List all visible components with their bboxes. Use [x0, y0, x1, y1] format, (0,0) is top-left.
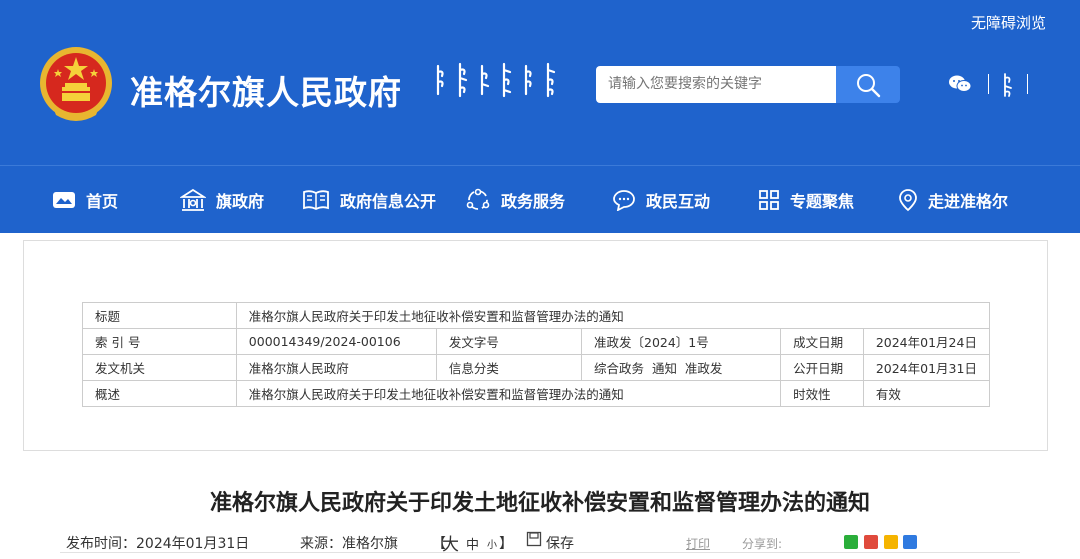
nav-item-about[interactable]: 走进准格尔 — [898, 188, 1008, 212]
nav-label: 政府信息公开 — [340, 192, 437, 211]
meta-value: 准政发〔2024〕1号 — [580, 328, 782, 355]
meta-value: 2024年01月31日 — [862, 354, 991, 381]
share-wechat-icon[interactable] — [844, 535, 858, 549]
search-icon — [857, 74, 881, 98]
chat-icon — [613, 190, 635, 211]
accessibility-link[interactable]: 无障碍浏览 — [971, 12, 1046, 33]
table-row: 概述 准格尔旗人民政府关于印发土地征收补偿安置和监督管理办法的通知 时效性 有效 — [82, 380, 991, 407]
meta-label: 标题 — [82, 302, 237, 329]
nav-label: 政务服务 — [501, 192, 566, 211]
nav-item-home[interactable]: 首页 — [52, 188, 118, 212]
mongolian-version-icon[interactable] — [997, 72, 1019, 98]
nav-label: 政民互动 — [646, 192, 711, 211]
meta-label: 概述 — [82, 380, 237, 407]
font-small-button[interactable]: 小 — [487, 536, 497, 551]
meta-value: 000014349/2024-00106 — [235, 328, 437, 355]
nav-item-topics[interactable]: 专题聚焦 — [758, 188, 854, 212]
open-book-icon — [303, 190, 329, 211]
document-meta-table: 标题 准格尔旗人民政府关于印发土地征收补偿安置和监督管理办法的通知 索 引 号 … — [82, 302, 991, 407]
nav-item-government[interactable]: 旗政府 — [180, 188, 264, 212]
table-row: 发文机关 准格尔旗人民政府 信息分类 综合政务 通知 准政发 公开日期 2024… — [82, 354, 991, 381]
nav-item-interaction[interactable]: 政民互动 — [612, 188, 710, 212]
meta-value: 有效 — [862, 380, 991, 407]
meta-value: 准格尔旗人民政府 — [235, 354, 437, 381]
header-divider — [988, 74, 989, 94]
wechat-icon[interactable] — [948, 74, 972, 94]
nav-item-services[interactable]: 政务服务 — [465, 188, 565, 212]
nav-label: 旗政府 — [216, 192, 265, 211]
share-weibo-icon[interactable] — [864, 535, 878, 549]
site-header: 无障碍浏览 准格尔旗人民政府 — [0, 0, 1080, 165]
publish-time: 发布时间：2024年01月31日 — [66, 536, 250, 552]
services-icon — [466, 188, 490, 210]
header-divider — [1027, 74, 1028, 94]
government-building-icon — [180, 188, 206, 211]
table-row: 标题 准格尔旗人民政府关于印发土地征收补偿安置和监督管理办法的通知 — [82, 302, 991, 329]
location-pin-icon — [899, 189, 917, 212]
meta-value: 准格尔旗人民政府关于印发土地征收补偿安置和监督管理办法的通知 — [235, 380, 782, 407]
meta-label: 发文字号 — [435, 328, 583, 355]
nav-label: 专题聚焦 — [790, 192, 855, 211]
meta-label: 信息分类 — [435, 354, 583, 381]
main-nav: 首页 旗政府 政府信息公开 政务服务 政民互动 专题聚焦 走进准格尔 — [0, 165, 1080, 233]
search-input[interactable] — [596, 66, 836, 103]
font-size-bracket: 】 — [499, 536, 513, 552]
nav-label: 走进准格尔 — [928, 192, 1009, 211]
article-source: 来源：准格尔旗 — [300, 536, 398, 552]
meta-label: 公开日期 — [780, 354, 864, 381]
share-app-icon[interactable] — [903, 535, 917, 549]
print-button[interactable]: 打印 — [686, 535, 710, 552]
meta-label: 时效性 — [780, 380, 864, 407]
meta-label: 索 引 号 — [82, 328, 237, 355]
font-medium-button[interactable]: 中 — [466, 534, 479, 553]
table-row: 索 引 号 000014349/2024-00106 发文字号 准政发〔2024… — [82, 328, 991, 355]
home-icon — [53, 192, 75, 208]
meta-value: 准格尔旗人民政府关于印发土地征收补偿安置和监督管理办法的通知 — [235, 302, 991, 329]
meta-value: 2024年01月24日 — [862, 328, 991, 355]
save-button[interactable]: 保存 — [546, 533, 574, 553]
divider — [60, 552, 1020, 553]
article-title: 准格尔旗人民政府关于印发土地征收补偿安置和监督管理办法的通知 — [209, 491, 870, 516]
share-label: 分享到: — [742, 537, 783, 551]
site-title[interactable]: 准格尔旗人民政府 — [130, 66, 402, 114]
meta-label: 发文机关 — [82, 354, 237, 381]
nav-label: 首页 — [86, 192, 119, 211]
meta-label: 成文日期 — [780, 328, 864, 355]
grid-icon — [759, 190, 779, 210]
search-button[interactable] — [836, 66, 900, 103]
meta-value: 综合政务 通知 准政发 — [580, 354, 782, 381]
mongolian-script-icon — [436, 62, 556, 98]
national-emblem-icon — [40, 47, 112, 121]
save-icon — [526, 531, 542, 551]
nav-item-info-disclosure[interactable]: 政府信息公开 — [302, 188, 436, 212]
share-qzone-icon[interactable] — [884, 535, 898, 549]
